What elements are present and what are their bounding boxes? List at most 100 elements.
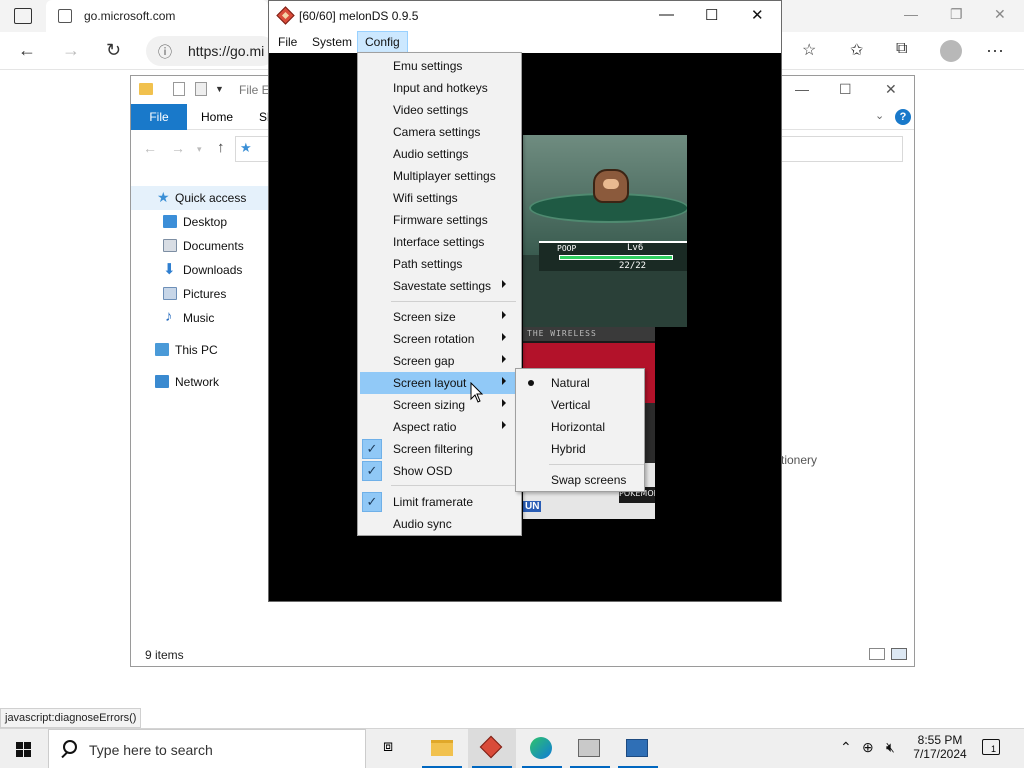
edge-tab[interactable]: go.microsoft.com xyxy=(46,0,268,32)
favorites-icon[interactable]: ✩ xyxy=(850,40,863,60)
refresh-icon[interactable]: ↻ xyxy=(106,40,121,61)
menu-item-screen-filtering[interactable]: ✓ Screen filtering xyxy=(360,438,519,460)
minimize-icon[interactable]: — xyxy=(795,81,809,97)
emulator-screen[interactable]: POOP Lv6 22/22 THE WIRELESS POKEMON UN xyxy=(269,53,781,601)
nav-item-documents[interactable]: Documents xyxy=(131,234,271,258)
restore-icon[interactable]: ❐ xyxy=(950,6,963,23)
volume-muted-icon[interactable]: 🔇︎ xyxy=(886,739,895,756)
menu-item-limit-framerate[interactable]: ✓ Limit framerate xyxy=(360,491,519,513)
menu-item-screen-sizing[interactable]: Screen sizing xyxy=(360,394,519,416)
minimize-icon[interactable]: — xyxy=(659,6,674,23)
close-icon[interactable]: ✕ xyxy=(994,6,1006,23)
menu-item-label: Audio settings xyxy=(393,147,469,161)
menu-system[interactable]: System xyxy=(305,31,359,53)
collections-icon[interactable]: ⧉ xyxy=(896,40,907,58)
nav-item-quick-access[interactable]: ★ Quick access xyxy=(131,186,271,210)
menu-item-path-settings[interactable]: Path settings xyxy=(360,253,519,275)
menu-item-video-settings[interactable]: Video settings xyxy=(360,99,519,121)
help-icon[interactable]: ? xyxy=(895,109,911,125)
edge-tab-title: go.microsoft.com xyxy=(84,9,176,23)
menu-item-horizontal[interactable]: Horizontal xyxy=(518,416,642,438)
close-icon[interactable]: ✕ xyxy=(751,6,764,24)
menu-item-label: Hybrid xyxy=(551,442,586,456)
nav-item-desktop[interactable]: Desktop xyxy=(131,210,271,234)
start-button[interactable] xyxy=(0,729,48,768)
taskbar-search-box[interactable]: Type here to search xyxy=(48,729,366,768)
search-icon-handle xyxy=(61,751,68,759)
ribbon-file-tab[interactable]: File xyxy=(131,104,187,130)
address-bar[interactable]: ⓘ https://go.mi xyxy=(146,36,276,66)
menu-item-savestate-settings[interactable]: Savestate settings xyxy=(360,275,519,297)
menu-item-screen-gap[interactable]: Screen gap xyxy=(360,350,519,372)
quick-access-icon: ★ xyxy=(240,140,252,155)
menu-item-emu-settings[interactable]: Emu settings xyxy=(360,55,519,77)
menu-file[interactable]: File xyxy=(271,31,304,53)
forward-icon[interactable]: → xyxy=(62,40,80,61)
more-icon[interactable]: ··· xyxy=(986,40,1004,61)
taskbar: Type here to search ⧈ ⌃ ⊕ 🔇︎ 8:55 PM 7/1… xyxy=(0,728,1024,768)
new-folder-icon[interactable] xyxy=(195,82,207,96)
menu-config[interactable]: Config xyxy=(357,31,408,53)
notifications-icon[interactable]: 1 xyxy=(982,739,1000,755)
back-icon[interactable]: ← xyxy=(18,40,36,61)
file-explorer-taskbar-button[interactable] xyxy=(418,729,466,768)
menu-item-natural[interactable]: Natural xyxy=(518,372,642,394)
nav-item-pictures[interactable]: Pictures xyxy=(131,282,271,306)
close-icon[interactable]: ✕ xyxy=(885,81,897,98)
edge-taskbar-button[interactable] xyxy=(518,729,566,768)
checkmark-icon: ✓ xyxy=(362,492,382,512)
up-icon[interactable]: ↑ xyxy=(217,139,225,156)
installer-taskbar-button[interactable] xyxy=(566,729,614,768)
config-menu: Emu settings Input and hotkeys Video set… xyxy=(357,52,522,536)
chevron-up-icon[interactable]: ⌃ xyxy=(840,739,852,756)
tab-actions-icon[interactable] xyxy=(14,8,32,24)
menu-item-vertical[interactable]: Vertical xyxy=(518,394,642,416)
maximize-icon[interactable]: ☐ xyxy=(705,6,718,24)
search-input[interactable] xyxy=(779,136,903,162)
menu-item-interface-settings[interactable]: Interface settings xyxy=(360,231,519,253)
menu-item-multiplayer-settings[interactable]: Multiplayer settings xyxy=(360,165,519,187)
menu-item-wifi-settings[interactable]: Wifi settings xyxy=(360,187,519,209)
menu-item-label: Swap screens xyxy=(551,473,627,487)
info-icon[interactable]: ⓘ xyxy=(158,42,172,62)
menu-item-screen-size[interactable]: Screen size xyxy=(360,306,519,328)
nav-item-downloads[interactable]: ⬇ Downloads xyxy=(131,258,271,282)
control-panel-taskbar-button[interactable] xyxy=(614,729,662,768)
menu-item-show-osd[interactable]: ✓ Show OSD xyxy=(360,460,519,482)
menu-item-aspect-ratio[interactable]: Aspect ratio xyxy=(360,416,519,438)
melonds-taskbar-button[interactable] xyxy=(468,729,516,768)
properties-icon[interactable] xyxy=(173,82,185,96)
menu-item-camera-settings[interactable]: Camera settings xyxy=(360,121,519,143)
menu-item-screen-layout[interactable]: Screen layout xyxy=(360,372,519,394)
nav-item-this-pc[interactable]: This PC xyxy=(131,338,271,362)
minimize-icon[interactable]: — xyxy=(904,6,918,22)
ribbon-home-tab[interactable]: Home xyxy=(201,110,233,124)
menu-item-audio-settings[interactable]: Audio settings xyxy=(360,143,519,165)
profile-icon[interactable] xyxy=(940,40,962,62)
menu-item-hybrid[interactable]: Hybrid xyxy=(518,438,642,460)
nav-item-music[interactable]: ♪ Music xyxy=(131,306,271,330)
maximize-icon[interactable]: ☐ xyxy=(839,81,852,98)
details-view-icon[interactable] xyxy=(869,648,885,660)
menu-item-firmware-settings[interactable]: Firmware settings xyxy=(360,209,519,231)
mouse-cursor-icon xyxy=(470,382,484,403)
clock[interactable]: 8:55 PM 7/17/2024 xyxy=(902,733,978,761)
forward-icon[interactable]: → xyxy=(171,140,185,156)
add-favorite-icon[interactable]: ☆ xyxy=(802,40,816,60)
network-icon[interactable]: ⊕ xyxy=(862,739,874,756)
task-view-button[interactable]: ⧈ xyxy=(368,729,416,768)
menu-item-input-and-hotkeys[interactable]: Input and hotkeys xyxy=(360,77,519,99)
windows-logo-icon xyxy=(24,750,31,757)
back-icon[interactable]: ← xyxy=(143,140,157,156)
menu-item-swap-screens[interactable]: Swap screens xyxy=(518,469,642,491)
large-icons-view-icon[interactable] xyxy=(891,648,907,660)
menu-item-label: Firmware settings xyxy=(393,213,488,227)
nav-item-network[interactable]: Network xyxy=(131,370,271,394)
expand-ribbon-icon[interactable]: ⌄ xyxy=(875,109,884,122)
screen-layout-submenu: Natural Vertical Horizontal Hybrid Swap … xyxy=(515,368,645,492)
menu-item-audio-sync[interactable]: Audio sync xyxy=(360,513,519,535)
chevron-down-icon[interactable]: ▼ xyxy=(215,84,224,94)
recent-locations-icon[interactable]: ▾ xyxy=(197,144,202,155)
menu-item-screen-rotation[interactable]: Screen rotation xyxy=(360,328,519,350)
menu-item-label: Input and hotkeys xyxy=(393,81,488,95)
